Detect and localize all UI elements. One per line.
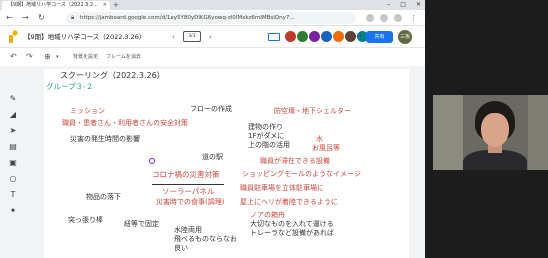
zoom-icon[interactable]: ⊕ bbox=[44, 51, 51, 63]
menu-icon[interactable]: ⋮ bbox=[410, 12, 417, 24]
laser-icon[interactable]: ✦ bbox=[6, 206, 20, 216]
url-input[interactable]: 🔒︎ https://jamboard.google.com/d/1ay5Y80… bbox=[66, 12, 356, 24]
group-label[interactable]: グループ３-２ bbox=[46, 82, 93, 91]
collaborator-count[interactable]: +31 bbox=[352, 34, 362, 39]
browser-tab[interactable]: 【9期】地域リハ学コース（2022.3.2... ✕ bbox=[2, 1, 110, 10]
text-note[interactable]: 防空壕・地下シェルター bbox=[274, 107, 351, 115]
text-note[interactable]: ミッション bbox=[70, 107, 105, 115]
text-note[interactable]: 突っ張り棒 bbox=[68, 216, 103, 224]
extension-icon[interactable] bbox=[366, 14, 374, 22]
extension-icon[interactable] bbox=[380, 14, 388, 22]
text-note[interactable]: 屋上にヘリが着陸できるように bbox=[240, 198, 338, 206]
image-icon[interactable]: ▣ bbox=[6, 158, 20, 168]
text-note[interactable]: ショッピングモールのようなイメージ bbox=[242, 170, 361, 178]
text-note[interactable]: ソーラーパネル bbox=[162, 187, 214, 196]
text-note[interactable]: 水陸両用 bbox=[174, 226, 202, 234]
prev-frame-icon[interactable]: ‹ bbox=[172, 33, 175, 41]
jam-toolbar: ↶ ↷ ⊕ ▾ 背景を設定 フレームを消去 bbox=[0, 48, 425, 66]
person-shoulders bbox=[463, 150, 527, 170]
collaborator-avatar[interactable] bbox=[297, 31, 308, 42]
new-tab-icon[interactable]: + bbox=[113, 1, 119, 9]
background-shelf bbox=[433, 95, 463, 170]
next-frame-icon[interactable]: › bbox=[209, 33, 212, 41]
text-note[interactable]: コロナ禍の災害対策 bbox=[152, 170, 220, 179]
text-note[interactable]: 職員駐車場を立体駐車場に bbox=[240, 184, 324, 192]
tab-bar: 【9期】地域リハ学コース（2022.3.2... ✕ + – □ ✕ bbox=[0, 0, 425, 10]
text-note[interactable]: フローの作成 bbox=[190, 105, 232, 113]
shape-icon[interactable]: ○ bbox=[6, 174, 20, 184]
text-box-icon[interactable]: T bbox=[6, 190, 20, 200]
text-note[interactable]: 大切なものを入れて運ける bbox=[250, 220, 334, 228]
collaborator-avatar[interactable] bbox=[285, 31, 296, 42]
text-note[interactable]: お風呂等 bbox=[312, 144, 340, 152]
screen: 【9期】地域リハ学コース（2022.3.2... ✕ + – □ ✕ ← → ↻… bbox=[0, 0, 548, 258]
present-icon[interactable] bbox=[268, 33, 280, 41]
text-note[interactable]: 水 bbox=[316, 135, 323, 143]
collaborator-avatar[interactable] bbox=[309, 31, 320, 42]
select-icon[interactable]: ➤ bbox=[6, 126, 20, 136]
board-title[interactable]: スクーリング（2022.3.26） bbox=[60, 71, 165, 81]
back-icon[interactable]: ← bbox=[6, 12, 13, 24]
text-note[interactable]: 1Fがダメに bbox=[248, 132, 284, 140]
window-controls: – □ ✕ bbox=[387, 0, 421, 10]
text-note[interactable]: 上の階の活用 bbox=[248, 141, 290, 149]
tab-close-icon[interactable]: ✕ bbox=[103, 1, 107, 10]
text-note[interactable]: 物品の落下 bbox=[86, 193, 121, 201]
underline-stroke[interactable] bbox=[152, 184, 224, 185]
eraser-icon[interactable]: ◢ bbox=[6, 110, 20, 120]
video-feed bbox=[433, 95, 548, 170]
url-text: https://jamboard.google.com/d/1ay5Y80yDl… bbox=[80, 15, 295, 21]
text-note[interactable]: 建物の作り bbox=[248, 123, 283, 131]
lock-icon: 🔒︎ bbox=[71, 14, 75, 21]
user-avatar[interactable]: 三坂 bbox=[398, 30, 412, 44]
share-button[interactable]: 共有 bbox=[366, 31, 393, 43]
jam-frame[interactable]: スクーリング（2022.3.26） グループ３-２ ミッション 職員・患者さん・… bbox=[44, 69, 409, 258]
collaborator-avatar[interactable] bbox=[333, 31, 344, 42]
undo-icon[interactable]: ↶ bbox=[10, 51, 17, 63]
address-bar-row: ← → ↻ 🔒︎ https://jamboard.google.com/d/1… bbox=[0, 10, 425, 26]
forward-icon[interactable]: → bbox=[22, 12, 29, 24]
jam-title[interactable]: 【9期】地域リハ学コース（2022.3.26） bbox=[24, 31, 145, 43]
text-note[interactable]: ノアの箱舟 bbox=[250, 211, 285, 219]
close-window-icon[interactable]: ✕ bbox=[416, 0, 421, 10]
frame-navigator: ‹ 3/3 › bbox=[172, 31, 212, 42]
text-note[interactable]: 飛べるものならなお bbox=[174, 235, 237, 243]
text-note[interactable]: 災害の発生時間の影響 bbox=[70, 135, 140, 143]
frame-indicator[interactable]: 3/3 bbox=[182, 31, 201, 42]
text-note[interactable]: 職員・患者さん・利用者さんの安全対策 bbox=[62, 119, 188, 127]
jamboard-logo-icon[interactable] bbox=[8, 30, 18, 44]
text-note[interactable]: 紐等で固定 bbox=[124, 220, 159, 228]
sticky-note-icon[interactable]: ▤ bbox=[6, 142, 20, 152]
jamboard-header: 【9期】地域リハ学コース（2022.3.26） ‹ 3/3 › +31 共有 三… bbox=[0, 26, 425, 48]
tab-title: 【9期】地域リハ学コース（2022.3.2... bbox=[8, 2, 98, 8]
person-face bbox=[481, 113, 509, 147]
text-note[interactable]: 良い bbox=[174, 244, 188, 252]
canvas-area: ✎ ◢ ➤ ▤ ▣ ○ T ✦ スクーリング（2022.3.26） グループ３-… bbox=[0, 66, 425, 258]
text-note[interactable]: 職員が滞在できる設備 bbox=[260, 157, 330, 165]
pen-icon[interactable]: ✎ bbox=[6, 94, 20, 104]
redo-icon[interactable]: ↷ bbox=[26, 51, 33, 63]
minimize-icon[interactable]: – bbox=[387, 0, 390, 10]
zoom-dropdown-icon[interactable]: ▾ bbox=[56, 51, 59, 63]
maximize-icon[interactable]: □ bbox=[400, 0, 406, 10]
background-wall bbox=[528, 95, 548, 170]
reload-icon[interactable]: ↻ bbox=[38, 12, 45, 24]
set-background-button[interactable]: 背景を設定 bbox=[70, 51, 101, 63]
collaborator-avatar[interactable] bbox=[321, 31, 332, 42]
text-note[interactable]: 災害時での食事(調理) bbox=[156, 198, 224, 206]
profile-icon[interactable] bbox=[394, 14, 402, 22]
text-note[interactable]: 道の駅 bbox=[202, 153, 223, 161]
browser-window: 【9期】地域リハ学コース（2022.3.2... ✕ + – □ ✕ ← → ↻… bbox=[0, 0, 425, 258]
text-note[interactable]: トレーラなど設備があれば bbox=[250, 229, 334, 237]
clear-frame-button[interactable]: フレームを消去 bbox=[103, 51, 144, 63]
collaborator-cursor-icon bbox=[149, 158, 155, 164]
